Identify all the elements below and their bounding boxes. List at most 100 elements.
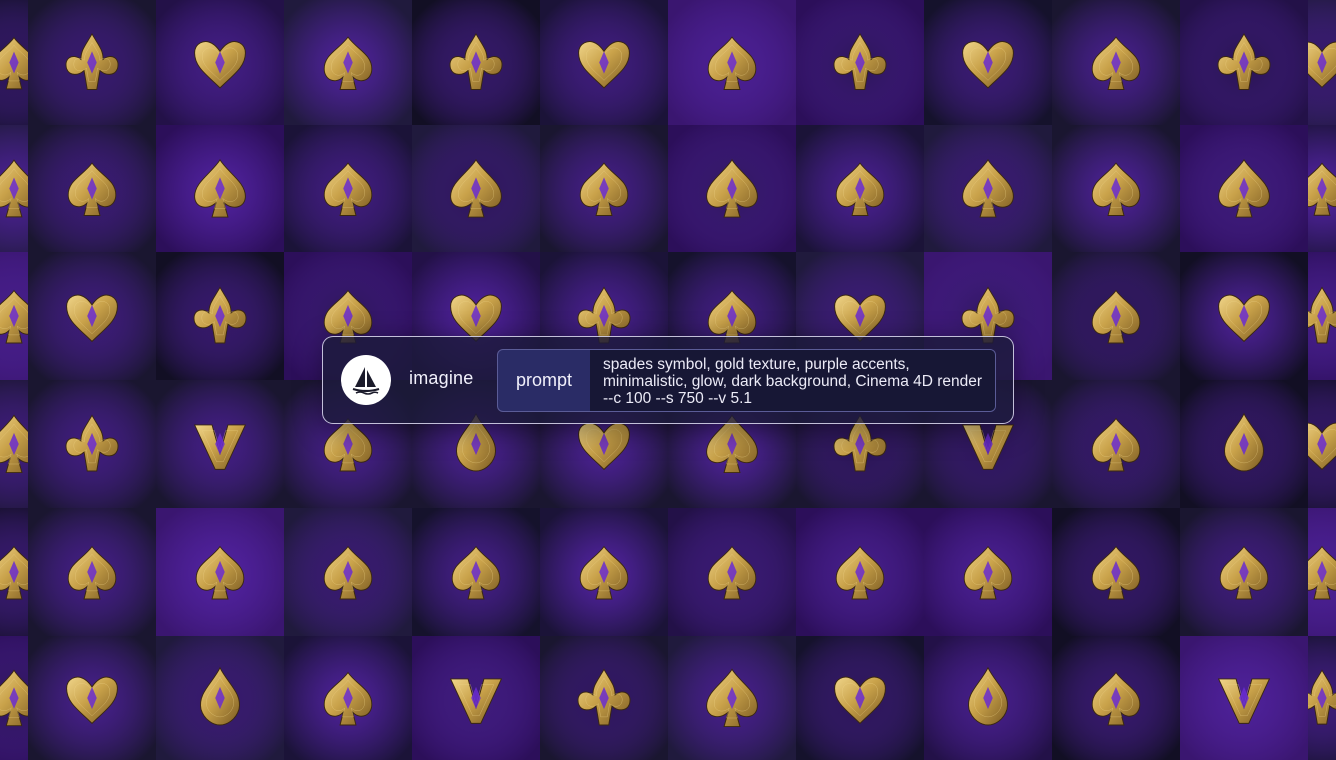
- spade-symbol-render: [668, 0, 796, 125]
- gallery-image[interactable]: [156, 125, 284, 252]
- gallery-image[interactable]: [284, 508, 412, 636]
- gallery-image[interactable]: [924, 0, 1052, 125]
- gallery-image[interactable]: [540, 508, 668, 636]
- spade-symbol-render: [1052, 252, 1180, 380]
- spade-symbol-render: [1180, 380, 1308, 508]
- gallery-image[interactable]: [412, 0, 540, 125]
- spade-symbol-render: [1052, 380, 1180, 508]
- gallery-image[interactable]: [1052, 0, 1180, 125]
- spade-symbol-render: [156, 380, 284, 508]
- gallery-image[interactable]: [796, 125, 924, 252]
- spade-symbol-render: [0, 125, 28, 252]
- spade-symbol-render: [156, 252, 284, 380]
- gallery-image[interactable]: [1308, 380, 1336, 508]
- gallery-image[interactable]: [156, 380, 284, 508]
- gallery-image[interactable]: [0, 125, 28, 252]
- spade-symbol-render: [668, 636, 796, 760]
- gallery-image[interactable]: [1180, 636, 1308, 760]
- spade-symbol-render: [0, 252, 28, 380]
- spade-symbol-render: [284, 636, 412, 760]
- gallery-image[interactable]: [1052, 125, 1180, 252]
- gallery-image[interactable]: [1308, 0, 1336, 125]
- spade-symbol-render: [1308, 0, 1336, 125]
- spade-symbol-render: [924, 636, 1052, 760]
- gallery-image[interactable]: [1180, 252, 1308, 380]
- gallery-image[interactable]: [1052, 252, 1180, 380]
- imagine-command-bar: imagine prompt spades symbol, gold textu…: [322, 336, 1014, 424]
- gallery-image[interactable]: [1308, 125, 1336, 252]
- spade-symbol-render: [156, 125, 284, 252]
- gallery-image[interactable]: [924, 125, 1052, 252]
- gallery-image[interactable]: [1308, 508, 1336, 636]
- gallery-image[interactable]: [1180, 0, 1308, 125]
- gallery-image[interactable]: [1052, 508, 1180, 636]
- spade-symbol-render: [284, 0, 412, 125]
- spade-symbol-render: [1180, 0, 1308, 125]
- gallery-image[interactable]: [1052, 380, 1180, 508]
- spade-symbol-render: [0, 380, 28, 508]
- gallery-image[interactable]: [156, 0, 284, 125]
- gallery-image[interactable]: [28, 636, 156, 760]
- gallery-image[interactable]: [412, 508, 540, 636]
- gallery-image[interactable]: [540, 636, 668, 760]
- spade-symbol-render: [156, 0, 284, 125]
- spade-symbol-render: [1180, 636, 1308, 760]
- gallery-image[interactable]: [1308, 636, 1336, 760]
- gallery-image[interactable]: [668, 636, 796, 760]
- spade-symbol-render: [540, 508, 668, 636]
- gallery-image[interactable]: [284, 0, 412, 125]
- gallery-image[interactable]: [28, 252, 156, 380]
- spade-symbol-render: [0, 636, 28, 760]
- gallery-image[interactable]: [412, 636, 540, 760]
- gallery-image[interactable]: [28, 508, 156, 636]
- prompt-field-label: prompt: [498, 350, 591, 411]
- gallery-image[interactable]: [1308, 252, 1336, 380]
- spade-symbol-render: [28, 0, 156, 125]
- gallery-image[interactable]: [540, 125, 668, 252]
- gallery-image[interactable]: [156, 508, 284, 636]
- spade-symbol-render: [0, 0, 28, 125]
- spade-symbol-render: [924, 0, 1052, 125]
- gallery-image[interactable]: [0, 380, 28, 508]
- gallery-image[interactable]: [0, 252, 28, 380]
- spade-symbol-render: [540, 636, 668, 760]
- gallery-image[interactable]: [28, 125, 156, 252]
- gallery-image[interactable]: [28, 0, 156, 125]
- prompt-input[interactable]: prompt spades symbol, gold texture, purp…: [497, 349, 996, 412]
- gallery-image[interactable]: [668, 508, 796, 636]
- gallery-image[interactable]: [0, 0, 28, 125]
- gallery-image[interactable]: [1180, 125, 1308, 252]
- gallery-image[interactable]: [28, 380, 156, 508]
- gallery-image[interactable]: [796, 508, 924, 636]
- spade-symbol-render: [540, 125, 668, 252]
- gallery-image[interactable]: [668, 0, 796, 125]
- gallery-image[interactable]: [412, 125, 540, 252]
- gallery-image[interactable]: [924, 636, 1052, 760]
- spade-symbol-render: [412, 508, 540, 636]
- gallery-image[interactable]: [284, 125, 412, 252]
- gallery-image[interactable]: [796, 0, 924, 125]
- gallery-image[interactable]: [1180, 508, 1308, 636]
- spade-symbol-render: [796, 125, 924, 252]
- gallery-image[interactable]: [156, 252, 284, 380]
- spade-symbol-render: [156, 636, 284, 760]
- spade-symbol-render: [28, 125, 156, 252]
- gallery-image[interactable]: [156, 636, 284, 760]
- gallery-image[interactable]: [1052, 636, 1180, 760]
- spade-symbol-render: [924, 125, 1052, 252]
- prompt-text[interactable]: spades symbol, gold texture, purple acce…: [590, 350, 995, 411]
- gallery-image[interactable]: [668, 125, 796, 252]
- spade-symbol-render: [1052, 0, 1180, 125]
- spade-symbol-render: [668, 125, 796, 252]
- command-name: imagine: [409, 368, 474, 388]
- gallery-image[interactable]: [1180, 380, 1308, 508]
- gallery-image[interactable]: [0, 636, 28, 760]
- gallery-image[interactable]: [0, 508, 28, 636]
- gallery-image[interactable]: [924, 508, 1052, 636]
- spade-symbol-render: [1308, 380, 1336, 508]
- spade-symbol-render: [28, 252, 156, 380]
- gallery-image[interactable]: [540, 0, 668, 125]
- spade-symbol-render: [540, 0, 668, 125]
- gallery-image[interactable]: [796, 636, 924, 760]
- gallery-image[interactable]: [284, 636, 412, 760]
